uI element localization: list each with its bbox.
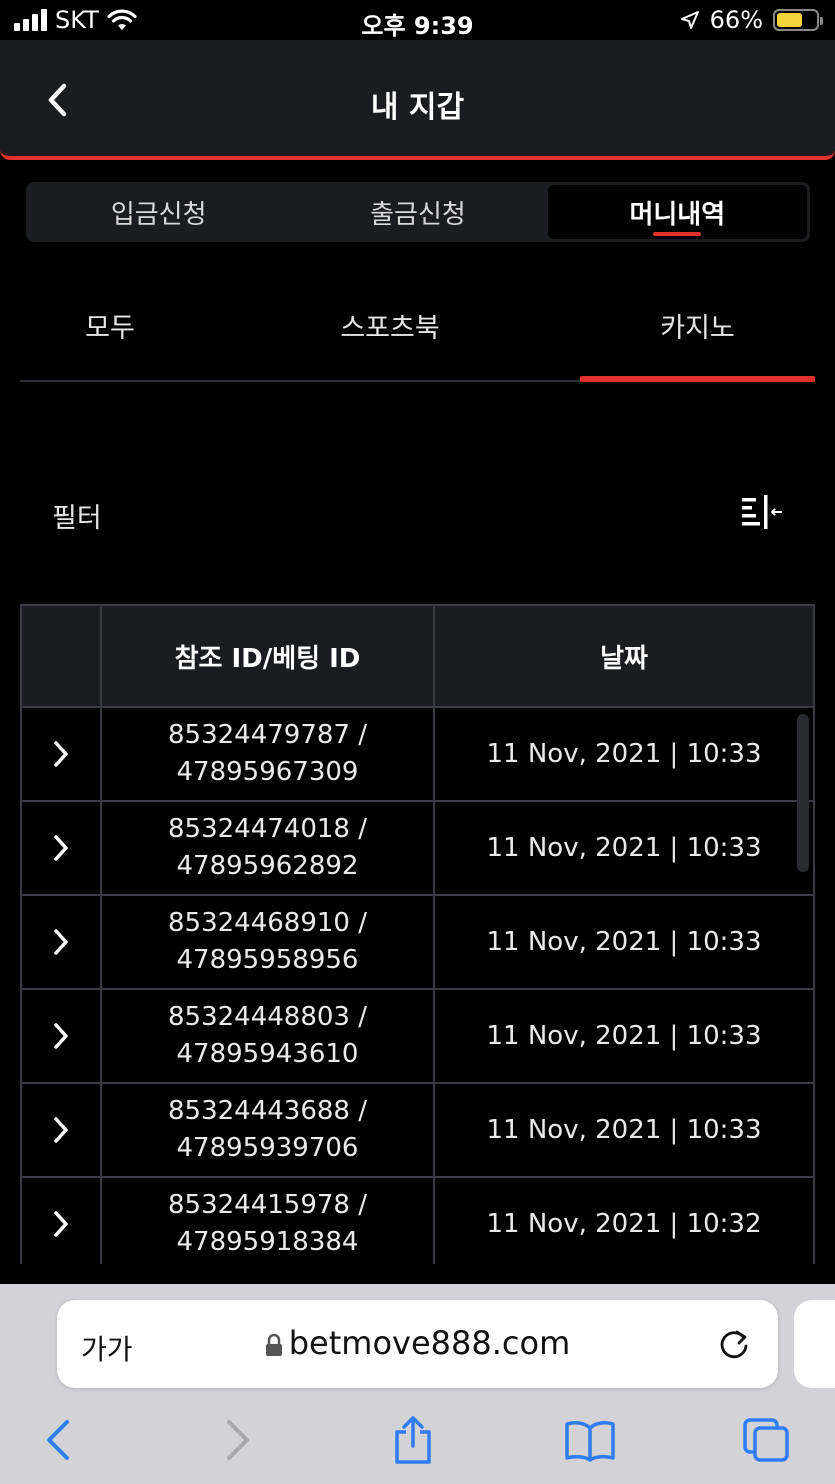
bet-id: 47895967309: [176, 757, 359, 787]
category-tabs: 모두 스포츠북 카지노: [20, 282, 815, 382]
tab-deposit[interactable]: 입금신청: [29, 185, 288, 239]
bet-id: 47895939706: [176, 1133, 359, 1163]
status-bar: SKT 오후 9:39 66%: [0, 0, 835, 40]
chevron-right-icon: [54, 1023, 68, 1049]
tabs-button[interactable]: [736, 1410, 796, 1470]
tab-casino-label: 카지노: [660, 312, 735, 344]
ref-id: 85324474018 /: [168, 814, 367, 844]
ref-id: 85324415978 /: [168, 1190, 367, 1220]
bookmarks-button[interactable]: [560, 1410, 620, 1470]
date-cell: 11 Nov, 2021 | 10:32: [486, 1209, 762, 1239]
tab-sportsbook[interactable]: 스포츠북: [200, 282, 580, 380]
table-header: 참조 ID/베팅 ID 날짜: [22, 606, 813, 708]
ref-id: 85324443688 /: [168, 1096, 367, 1126]
table-row[interactable]: 85324448803 / 47895943610 11 Nov, 2021 | 1…: [22, 990, 813, 1084]
chevron-left-icon: [47, 1420, 69, 1460]
browser-forward-button[interactable]: [208, 1410, 268, 1470]
url-text: betmove888.com: [288, 1324, 571, 1362]
table-scrollbar[interactable]: [797, 714, 809, 872]
chevron-right-icon: [54, 1117, 68, 1143]
header-expand: [22, 606, 102, 706]
tabs-icon: [743, 1418, 789, 1462]
bet-id: 47895943610: [176, 1039, 359, 1069]
battery-percent: 66%: [709, 6, 763, 34]
ref-bet-id-cell: 85324479787 / 47895967309: [102, 708, 435, 800]
ref-bet-id-cell: 85324415978 / 47895918384: [102, 1178, 435, 1264]
share-button[interactable]: [383, 1410, 443, 1470]
ref-bet-id-cell: 85324443688 / 47895939706: [102, 1084, 435, 1176]
reload-icon: [720, 1330, 748, 1359]
table-body: 85324479787 / 47895967309 11 Nov, 2021 | 1…: [22, 708, 813, 1264]
chevron-right-icon: [54, 741, 68, 767]
date-cell: 11 Nov, 2021 | 10:33: [486, 1021, 762, 1051]
bet-id: 47895958956: [176, 945, 359, 975]
header-date: 날짜: [600, 643, 648, 674]
ref-id: 85324479787 /: [168, 720, 367, 750]
ref-bet-id-cell: 85324474018 / 47895962892: [102, 802, 435, 894]
bet-id: 47895962892: [176, 851, 359, 881]
date-cell: 11 Nov, 2021 | 10:33: [486, 739, 762, 769]
expand-row-button[interactable]: [22, 896, 102, 988]
expand-row-button[interactable]: [22, 1084, 102, 1176]
expand-row-button[interactable]: [22, 708, 102, 800]
filter-button[interactable]: [740, 492, 786, 532]
browser-back-button[interactable]: [28, 1410, 88, 1470]
next-tab-preview[interactable]: [794, 1300, 835, 1388]
chevron-right-icon: [54, 929, 68, 955]
history-table: 참조 ID/베팅 ID 날짜 85324479787 / 47895967309 1…: [20, 604, 815, 1264]
lock-icon: [265, 1333, 282, 1356]
table-row[interactable]: 85324468910 / 47895958956 11 Nov, 2021 | 1…: [22, 896, 813, 990]
wallet-tabs: 입금신청 출금신청 머니내역: [26, 182, 810, 242]
app-header: 내 지갑: [0, 40, 835, 160]
tab-casino[interactable]: 카지노: [580, 282, 815, 382]
battery-fill: [777, 13, 803, 27]
tab-all[interactable]: 모두: [20, 282, 200, 380]
filter-label: 필터: [52, 503, 102, 534]
header-ref-bet-id: 참조 ID/베팅 ID: [102, 606, 435, 706]
expand-row-button[interactable]: [22, 1178, 102, 1264]
table-row[interactable]: 85324474018 / 47895962892 11 Nov, 2021 | 1…: [22, 802, 813, 896]
chevron-right-icon: [54, 1211, 68, 1237]
chevron-right-icon: [54, 835, 68, 861]
expand-row-button[interactable]: [22, 802, 102, 894]
tab-withdraw[interactable]: 출금신청: [288, 185, 547, 239]
expand-row-button[interactable]: [22, 990, 102, 1082]
location-arrow-icon: [680, 11, 699, 29]
date-cell: 11 Nov, 2021 | 10:33: [486, 833, 762, 863]
date-cell: 11 Nov, 2021 | 10:33: [486, 927, 762, 957]
filter-collapse-icon: [742, 495, 782, 529]
share-icon: [395, 1416, 431, 1464]
ref-id: 85324448803 /: [168, 1002, 367, 1032]
ref-id: 85324468910 /: [168, 908, 367, 938]
ref-bet-id-cell: 85324468910 / 47895958956: [102, 896, 435, 988]
table-row[interactable]: 85324443688 / 47895939706 11 Nov, 2021 | 1…: [22, 1084, 813, 1178]
table-row[interactable]: 85324415978 / 47895918384 11 Nov, 2021 | 1…: [22, 1178, 813, 1264]
url-display: betmove888.com: [57, 1324, 778, 1362]
browser-toolbar: [0, 1410, 835, 1470]
bet-id: 47895918384: [176, 1227, 359, 1257]
page-title: 내 지갑: [370, 90, 465, 125]
reload-button[interactable]: [714, 1324, 754, 1364]
battery-icon: [773, 9, 823, 31]
status-right: 66%: [680, 6, 823, 34]
ref-bet-id-cell: 85324448803 / 47895943610: [102, 990, 435, 1082]
tab-money-history[interactable]: 머니내역: [547, 185, 807, 239]
chevron-right-icon: [227, 1420, 249, 1460]
address-bar[interactable]: 가가 betmove888.com: [57, 1300, 778, 1388]
book-icon: [565, 1421, 615, 1462]
table-row[interactable]: 85324479787 / 47895967309 11 Nov, 2021 | 1…: [22, 708, 813, 802]
date-cell: 11 Nov, 2021 | 10:33: [486, 1115, 762, 1145]
browser-chrome: 가가 betmove888.com: [0, 1284, 835, 1484]
